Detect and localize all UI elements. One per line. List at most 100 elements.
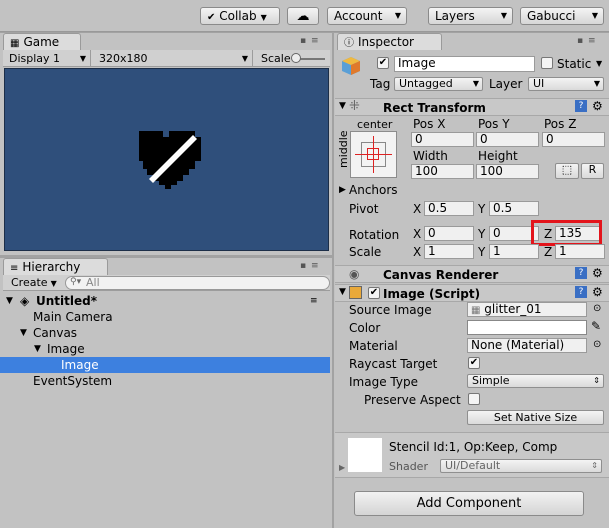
tag-dropdown[interactable]: Untagged ▼ [394, 77, 483, 91]
set-native-size-button[interactable]: Set Native Size [467, 410, 604, 425]
tab-inspector[interactable]: ⓘ Inspector [337, 33, 442, 50]
scale-slider-thumb[interactable] [291, 53, 301, 63]
pos-x-field[interactable]: 0 [411, 132, 474, 147]
expand-arrow-icon[interactable]: ▼ [20, 325, 27, 341]
sprite-icon: ▦ [471, 305, 481, 316]
image-script-header[interactable]: ▼ ✔ Image (Script) ? ⚙ [335, 284, 609, 302]
layers-dropdown[interactable]: Layers ▼ [428, 7, 513, 25]
gear-icon[interactable]: ⚙ [592, 99, 603, 113]
object-name-input[interactable]: Image [394, 56, 535, 72]
chevron-down-icon[interactable]: ▼ [596, 59, 602, 68]
image-enabled-checkbox[interactable]: ✔ [368, 287, 380, 299]
game-viewport [4, 68, 329, 251]
resolution-dropdown[interactable]: 320x180 ▼ [93, 50, 253, 67]
shader-dropdown[interactable]: UI/Default ⇕ [440, 459, 602, 473]
chevron-down-icon: ▼ [394, 11, 401, 20]
object-picker-icon[interactable]: ⊙ [593, 339, 601, 350]
help-book-icon[interactable]: ? [575, 286, 587, 298]
anchor-presets-button[interactable] [350, 131, 397, 178]
chevron-down-icon: ▼ [593, 79, 600, 88]
image-type-dropdown[interactable]: Simple ⇕ [467, 374, 604, 388]
gear-icon[interactable]: ⚙ [592, 285, 603, 299]
pivot-y-field[interactable]: 0.5 [489, 201, 539, 216]
raycast-target-checkbox[interactable]: ✔ [468, 357, 480, 369]
hierarchy-search-input[interactable]: ⚲▾ All [65, 276, 330, 290]
expand-arrow-icon[interactable]: ▼ [34, 341, 41, 357]
list-item[interactable]: ▼ Canvas [0, 325, 330, 341]
add-component-button[interactable]: Add Component [354, 491, 584, 516]
scale-x-field[interactable]: 1 [424, 244, 474, 259]
panel-menu-icon[interactable]: ▪ ≡ [300, 36, 320, 46]
height-field[interactable]: 100 [476, 164, 539, 179]
rect-transform-header[interactable]: ▼ ⁜ Rect Transform ? ⚙ [335, 98, 609, 116]
pos-y-field[interactable]: 0 [476, 132, 539, 147]
object-picker-icon[interactable]: ⊙ [593, 303, 601, 314]
layout-dropdown[interactable]: Gabucci ▼ [520, 7, 604, 25]
cloud-check-icon: ✔ [207, 12, 216, 23]
chevron-down-icon: ▼ [260, 13, 267, 22]
material-thumbnail [348, 438, 382, 472]
scene-row[interactable]: ▼ ◈ Untitled* ≡ [0, 293, 330, 309]
cloud-services-button[interactable]: ☁ [287, 7, 319, 25]
chevron-down-icon: ▼ [50, 279, 57, 288]
eye-icon: ◉ [349, 267, 360, 281]
dotted-square-icon: ⬚ [561, 163, 573, 176]
hierarchy-toolbar: Create ▼ ⚲▾ All [3, 275, 330, 291]
heart-sprite [139, 131, 201, 189]
active-checkbox[interactable]: ✔ [377, 57, 389, 69]
list-item[interactable]: ▼ Image [0, 341, 330, 357]
canvas-renderer-header[interactable]: ◉ Canvas Renderer ? ⚙ [335, 265, 609, 283]
scale-z-field[interactable]: 1 [555, 244, 605, 259]
main-toolbar: ✔ Collab ▼ ☁ Account ▼ Layers ▼ Gabucci ▼ [0, 0, 609, 32]
expand-arrow-icon[interactable]: ▼ [339, 101, 346, 111]
scene-menu-icon[interactable]: ≡ [310, 293, 318, 309]
expand-arrow-icon[interactable]: ▶ [339, 185, 346, 195]
display-dropdown[interactable]: Display 1 ▼ [3, 50, 91, 67]
game-controller-icon: ▦ [10, 38, 20, 49]
gameobject-cube-icon [340, 55, 362, 77]
gear-icon[interactable]: ⚙ [592, 266, 603, 280]
expand-arrow-icon[interactable]: ▼ [339, 287, 346, 297]
material-field[interactable]: None (Material) [467, 338, 587, 353]
material-preview-section: ▶ Stencil Id:1, Op:Keep, Comp Shader UI/… [335, 432, 609, 478]
info-icon: ⓘ [344, 38, 354, 49]
scale-y-field[interactable]: 1 [489, 244, 539, 259]
account-dropdown[interactable]: Account ▼ [327, 7, 407, 25]
chevron-down-icon: ▼ [500, 11, 507, 20]
chevron-updown-icon: ⇕ [593, 376, 600, 385]
list-icon: ≡ [10, 263, 19, 274]
cloud-icon: ☁ [296, 9, 310, 24]
expand-arrow-icon[interactable]: ▼ [6, 293, 13, 309]
raw-edit-button[interactable]: R [581, 163, 604, 179]
chevron-down-icon: ▼ [591, 11, 598, 20]
panel-menu-icon[interactable]: ▪ ≡ [577, 36, 597, 46]
unity-scene-icon: ◈ [20, 294, 30, 308]
list-item[interactable]: EventSystem [0, 373, 330, 389]
layer-dropdown[interactable]: UI ▼ [528, 77, 604, 91]
preserve-aspect-checkbox[interactable] [468, 393, 480, 405]
rotation-z-highlight [531, 220, 602, 246]
list-item[interactable]: Main Camera [0, 309, 330, 325]
pivot-x-field[interactable]: 0.5 [424, 201, 474, 216]
eyedropper-icon[interactable]: ✎ [591, 319, 601, 333]
static-checkbox[interactable] [541, 57, 553, 69]
tab-hierarchy[interactable]: ≡ Hierarchy [3, 258, 108, 275]
help-book-icon[interactable]: ? [575, 100, 587, 112]
source-image-field[interactable]: ▦ glitter_01 [467, 302, 587, 317]
pos-z-field[interactable]: 0 [542, 132, 605, 147]
color-swatch[interactable] [467, 320, 587, 335]
width-field[interactable]: 100 [411, 164, 474, 179]
help-book-icon[interactable]: ? [575, 267, 587, 279]
hierarchy-panel: ≡ Hierarchy ▪ ≡ Create ▼ ⚲▾ All ▼ ◈ Untitl… [0, 258, 332, 528]
collab-button[interactable]: ✔ Collab ▼ [200, 7, 280, 25]
panel-menu-icon[interactable]: ▪ ≡ [300, 261, 320, 271]
create-dropdown[interactable]: Create ▼ [7, 276, 59, 290]
chevron-down-icon: ▼ [79, 54, 86, 63]
scale-control: Scale [255, 50, 330, 67]
tab-game[interactable]: ▦ Game [3, 33, 81, 50]
blueprint-mode-button[interactable]: ⬚ [555, 163, 579, 179]
game-view-toolbar: Display 1 ▼ 320x180 ▼ Scale [3, 50, 330, 67]
expand-arrow-icon[interactable]: ▶ [339, 463, 345, 472]
rotation-x-field[interactable]: 0 [424, 226, 474, 241]
list-item-selected[interactable]: Image [0, 357, 330, 373]
